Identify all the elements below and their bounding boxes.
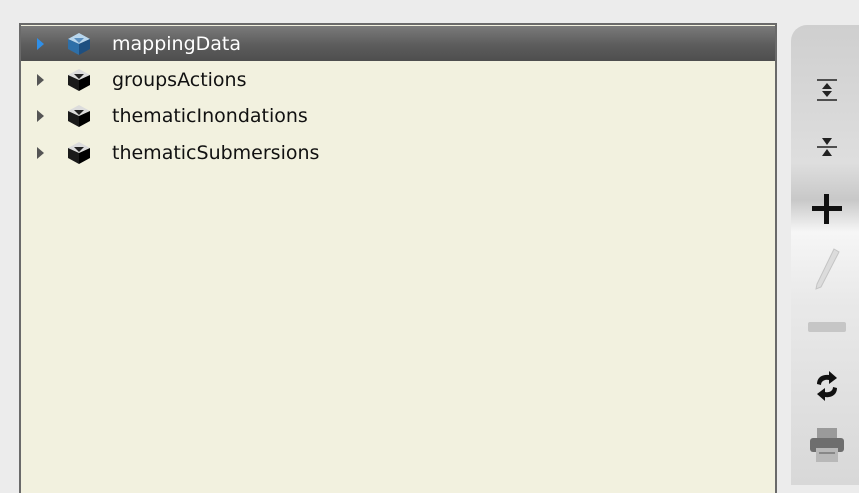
add-button[interactable]: [805, 187, 849, 231]
remove-icon: [808, 322, 846, 332]
tree-node-mappingdata[interactable]: mappingData: [21, 26, 775, 61]
print-button[interactable]: [805, 423, 849, 467]
edit-button[interactable]: [805, 247, 849, 291]
database-icon: [68, 105, 90, 127]
expand-arrow-icon[interactable]: [37, 74, 44, 86]
collapse-all-button[interactable]: [805, 125, 849, 169]
collapse-all-icon: [817, 138, 837, 156]
tree-node-label: thematicInondations: [112, 105, 308, 127]
add-icon: [812, 194, 842, 224]
print-icon: [810, 428, 844, 462]
tree-panel: mappingData groupsActions thematicInonda…: [19, 23, 777, 493]
database-icon: [68, 32, 90, 55]
tree-node-label: mappingData: [112, 32, 242, 55]
expand-arrow-icon[interactable]: [37, 110, 44, 122]
expand-arrow-icon[interactable]: [37, 147, 44, 159]
tree-node-label: groupsActions: [112, 69, 247, 91]
remove-button[interactable]: [805, 305, 849, 349]
database-icon: [68, 69, 90, 91]
expand-all-button[interactable]: [805, 68, 849, 112]
tree-node-thematicinondations[interactable]: thematicInondations: [21, 98, 775, 134]
tree-node-thematicsubmersions[interactable]: thematicSubmersions: [21, 135, 775, 171]
expand-arrow-icon[interactable]: [37, 37, 44, 50]
refresh-icon: [817, 371, 837, 401]
side-toolbar: [791, 25, 859, 485]
expand-all-icon: [817, 79, 837, 101]
tree-node-label: thematicSubmersions: [112, 142, 320, 164]
edit-icon: [815, 248, 840, 290]
refresh-button[interactable]: [805, 364, 849, 408]
tree-node-groupsactions[interactable]: groupsActions: [21, 62, 775, 98]
database-icon: [68, 142, 90, 164]
